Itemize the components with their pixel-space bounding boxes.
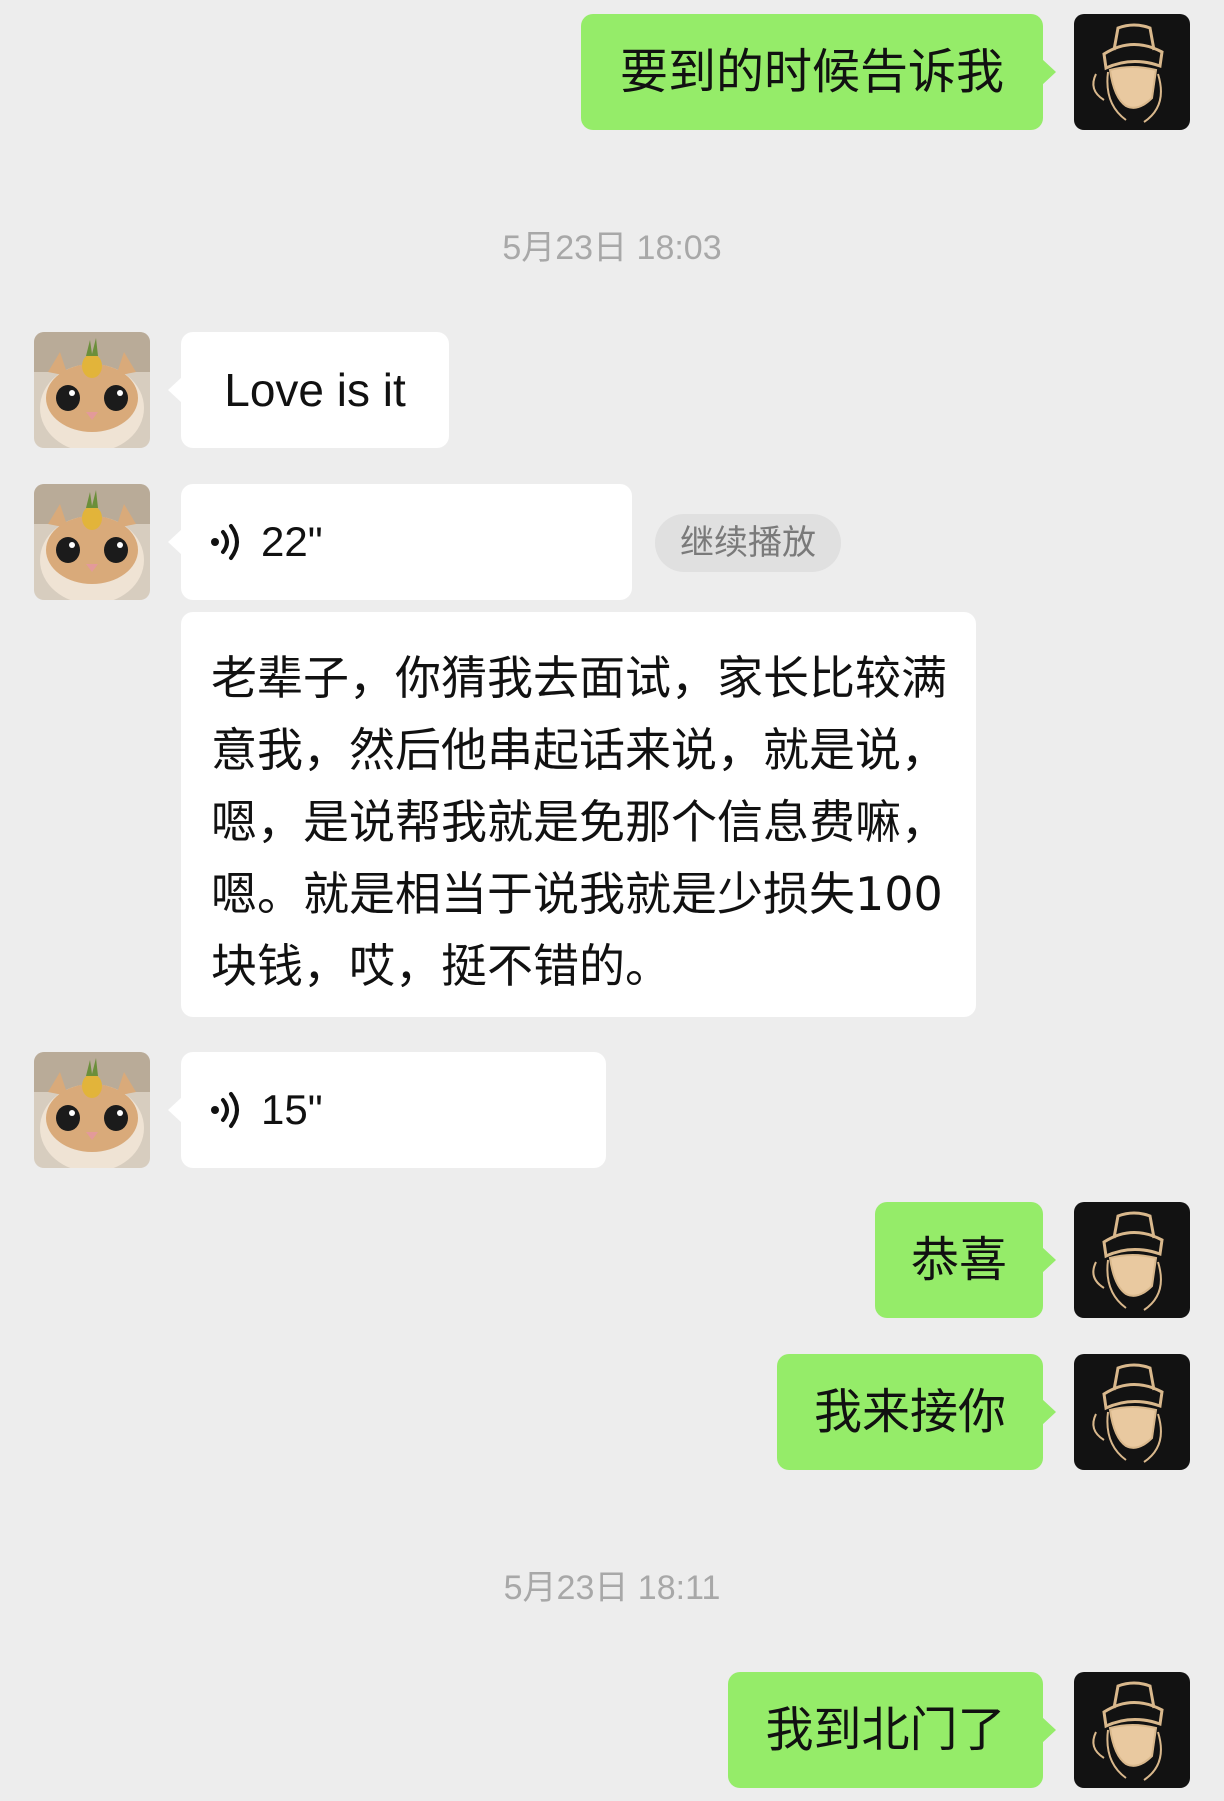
timestamp: 5月23日 18:11 [503,1569,721,1607]
message-text: 恭喜 [910,1232,1007,1288]
timestamp: 5月23日 18:03 [502,229,722,267]
contact-avatar[interactable] [34,332,150,448]
voice-row: 22" [207,484,323,600]
message-bubble-sent[interactable]: 我到北门了 [728,1672,1056,1788]
message-text: 我到北门了 [765,1702,1006,1758]
my-avatar[interactable] [1074,14,1190,130]
message-bubble-sent[interactable]: 我来接你 [777,1354,1056,1470]
voice-wave-icon [211,1092,239,1128]
message-text: Love is it [224,364,406,416]
cat-pineapple-avatar-icon [34,1052,150,1168]
cat-pineapple-avatar-icon [34,332,150,448]
voice-message-bubble[interactable]: 15" [168,1052,606,1168]
voice-message-bubble[interactable]: 22" [168,484,632,600]
message-text: 要到的时候告诉我 [619,44,1004,100]
continue-playing-button[interactable]: 继续播放 [655,514,841,572]
voice-duration: 15" [261,1086,323,1133]
hat-silhouette-avatar-icon [1074,14,1190,130]
contact-avatar[interactable] [34,484,150,600]
message-bubble-sent[interactable]: 要到的时候告诉我 [581,14,1056,130]
my-avatar[interactable] [1074,1672,1190,1788]
my-avatar[interactable] [1074,1202,1190,1318]
voice-row: 15" [207,1052,323,1168]
voice-transcript: 老辈子，你猜我去面试，家长比较满意我，然后他串起话来说，就是说，嗯，是说帮我就是… [181,612,976,1017]
my-avatar[interactable] [1074,1354,1190,1470]
message-text: 我来接你 [813,1384,1006,1440]
voice-duration: 22" [261,518,323,565]
voice-wave-icon [211,524,239,560]
message-bubble-received[interactable]: Love is it [168,332,449,448]
contact-avatar[interactable] [34,1052,150,1168]
message-bubble-sent[interactable]: 恭喜 [875,1202,1056,1318]
hat-silhouette-avatar-icon [1074,1354,1190,1470]
hat-silhouette-avatar-icon [1074,1202,1190,1318]
cat-pineapple-avatar-icon [34,484,150,600]
chat-view: 要到的时候告诉我 5月23日 18:03 Love is it 22" 继续播放… [0,0,1224,1801]
hat-silhouette-avatar-icon [1074,1672,1190,1788]
